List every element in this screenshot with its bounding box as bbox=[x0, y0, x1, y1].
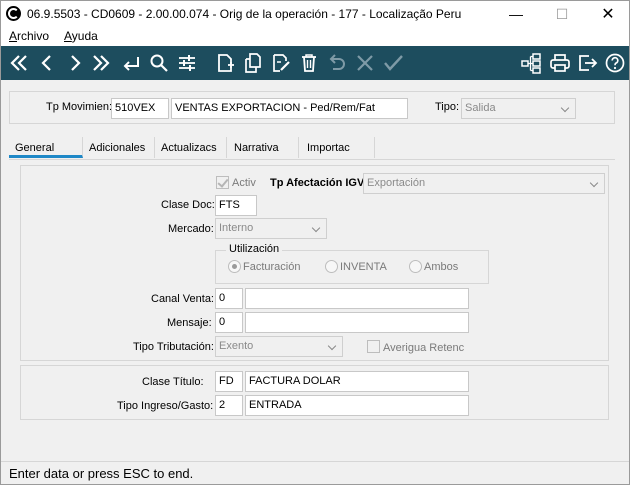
titulo-group: Clase Título: FD FACTURA DOLAR Tipo Ingr… bbox=[20, 365, 609, 420]
tipo-tributacion-label: Tipo Tributación: bbox=[133, 341, 214, 353]
toolbar bbox=[1, 46, 629, 80]
application-window: 06.9.5503 - CD0609 - 2.00.00.074 - Orig … bbox=[0, 0, 630, 485]
confirm-icon[interactable] bbox=[381, 50, 405, 76]
mercado-label: Mercado: bbox=[168, 223, 214, 235]
close-button[interactable]: ✕ bbox=[585, 1, 630, 27]
tab-general[interactable]: General bbox=[9, 137, 83, 158]
utilizacion-inventa-radio[interactable] bbox=[325, 260, 338, 273]
mensaje-code-field[interactable]: 0 bbox=[215, 312, 243, 333]
menu-bar: Archivo Ayuda bbox=[1, 27, 629, 46]
status-message: Enter data or press ESC to end. bbox=[9, 466, 194, 481]
next-icon[interactable] bbox=[63, 50, 87, 76]
return-icon[interactable] bbox=[119, 50, 143, 76]
general-group: Activ Tp Afectación IGV: Exportación Cla… bbox=[20, 165, 609, 361]
clase-titulo-description-field: FACTURA DOLAR bbox=[245, 371, 469, 392]
mensaje-label: Mensaje: bbox=[167, 317, 212, 329]
minimize-button[interactable]: — bbox=[493, 1, 539, 27]
tipo-ingreso-description-field: ENTRADA bbox=[245, 395, 469, 416]
previous-icon[interactable] bbox=[35, 50, 59, 76]
activ-label: Activ bbox=[232, 177, 256, 189]
last-icon[interactable] bbox=[89, 50, 113, 76]
menu-ayuda-label: yuda bbox=[71, 29, 98, 43]
tipo-select[interactable]: Salida bbox=[461, 98, 576, 119]
menu-archivo[interactable]: Archivo bbox=[9, 29, 49, 43]
menu-archivo-label: rchivo bbox=[17, 29, 50, 43]
tipo-tributacion-select[interactable]: Exento bbox=[215, 336, 343, 357]
first-icon[interactable] bbox=[7, 50, 31, 76]
tree-icon[interactable] bbox=[519, 50, 543, 76]
window-title: 06.9.5503 - CD0609 - 2.00.00.074 - Orig … bbox=[27, 7, 462, 21]
averigua-retenc-label: Averigua Retenc bbox=[383, 342, 465, 354]
copy-icon[interactable] bbox=[241, 50, 265, 76]
exit-icon[interactable] bbox=[576, 50, 600, 76]
maximize-button[interactable]: ☐ bbox=[539, 1, 585, 27]
cancel-icon[interactable] bbox=[353, 50, 377, 76]
clase-titulo-code-field[interactable]: FD bbox=[215, 371, 243, 392]
utilizacion-ambos-label: Ambos bbox=[424, 261, 459, 273]
app-logo-icon bbox=[6, 6, 21, 21]
tab-importac[interactable]: Importac bbox=[299, 137, 375, 158]
tab-adicionales[interactable]: Adicionales bbox=[83, 137, 155, 158]
clase-titulo-label: Clase Título: bbox=[142, 376, 204, 388]
clase-doc-field[interactable]: FTS bbox=[215, 195, 257, 216]
edit-icon[interactable] bbox=[269, 50, 293, 76]
utilizacion-facturacion-label: Facturación bbox=[243, 261, 301, 273]
utilizacion-facturacion-radio[interactable] bbox=[228, 260, 241, 273]
menu-ayuda[interactable]: Ayuda bbox=[64, 29, 98, 43]
filter-icon[interactable] bbox=[175, 50, 199, 76]
header-panel: Tp Movimien: 510VEX VENTAS EXPORTACION -… bbox=[9, 91, 615, 124]
tp-movimien-code-field[interactable]: 510VEX bbox=[111, 98, 169, 119]
menu-archivo-mnemonic: A bbox=[9, 29, 18, 43]
general-tab-panel: Activ Tp Afectación IGV: Exportación Cla… bbox=[9, 159, 615, 457]
activ-checkbox[interactable] bbox=[216, 176, 229, 189]
canal-venta-code-field[interactable]: 0 bbox=[215, 288, 243, 309]
status-bar: Enter data or press ESC to end. bbox=[1, 461, 629, 484]
menu-ayuda-mnemonic: A bbox=[64, 29, 72, 43]
tp-afectacion-select[interactable]: Exportación bbox=[363, 173, 605, 194]
averigua-retenc-checkbox[interactable] bbox=[367, 340, 380, 353]
tipo-label: Tipo: bbox=[435, 101, 460, 113]
mercado-select[interactable]: Interno bbox=[215, 218, 327, 239]
utilizacion-inventa-label: INVENTA bbox=[340, 261, 387, 273]
tipo-ingreso-label: Tipo Ingreso/Gasto: bbox=[117, 400, 214, 412]
clase-doc-label: Clase Doc: bbox=[161, 199, 215, 211]
utilizacion-label: Utilización bbox=[226, 243, 283, 255]
canal-venta-description-field bbox=[245, 288, 469, 309]
mensaje-description-field bbox=[245, 312, 469, 333]
tp-afectacion-label: Tp Afectación IGV: bbox=[270, 177, 368, 189]
tp-movimien-label: Tp Movimien: bbox=[46, 101, 113, 113]
undo-icon[interactable] bbox=[325, 50, 349, 76]
tipo-ingreso-code-field[interactable]: 2 bbox=[215, 395, 243, 416]
tab-actualizacs[interactable]: Actualizacs bbox=[155, 137, 227, 158]
print-icon[interactable] bbox=[548, 50, 572, 76]
search-icon[interactable] bbox=[147, 50, 171, 76]
canal-venta-label: Canal Venta: bbox=[151, 293, 214, 305]
tab-narrativa[interactable]: Narrativa bbox=[227, 137, 299, 158]
title-bar: 06.9.5503 - CD0609 - 2.00.00.074 - Orig … bbox=[1, 1, 629, 27]
utilizacion-ambos-radio[interactable] bbox=[409, 260, 422, 273]
help-icon[interactable] bbox=[603, 50, 627, 76]
tp-movimien-description-field: VENTAS EXPORTACION - Ped/Rem/Fat bbox=[171, 98, 408, 119]
new-icon[interactable] bbox=[213, 50, 237, 76]
delete-icon[interactable] bbox=[297, 50, 321, 76]
